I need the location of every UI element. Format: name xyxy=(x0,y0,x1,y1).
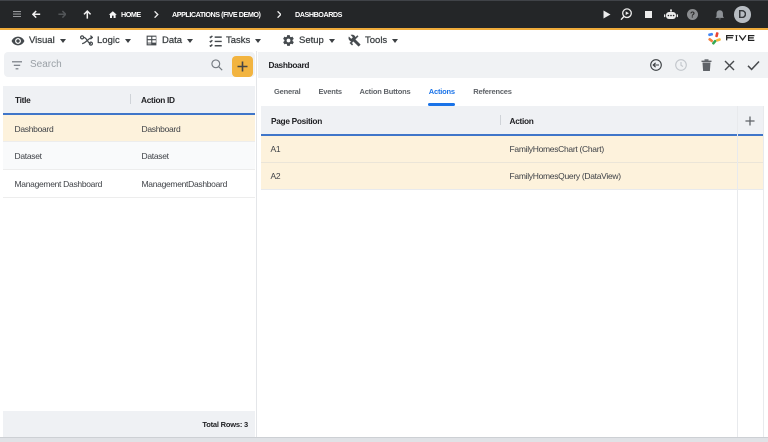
svg-text:?: ? xyxy=(690,10,695,19)
